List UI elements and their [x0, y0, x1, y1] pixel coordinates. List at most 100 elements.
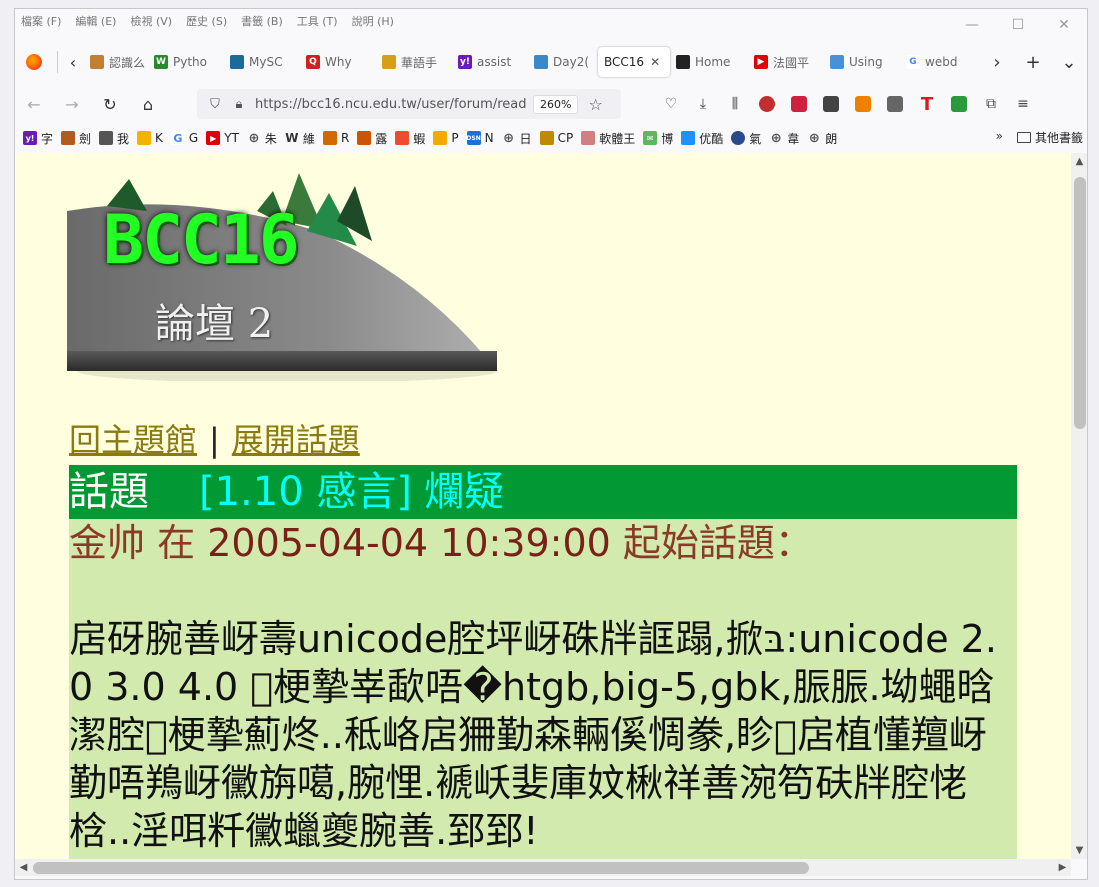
- tab[interactable]: Day2(: [528, 47, 598, 77]
- selenium-icon[interactable]: [815, 91, 847, 117]
- extensions-puzzle-icon[interactable]: ⧉: [975, 91, 1007, 117]
- extension-icon[interactable]: [847, 91, 879, 117]
- extension-icon[interactable]: T: [911, 91, 943, 117]
- bookmark-label: G: [188, 131, 199, 145]
- menu-help[interactable]: 說明 (H): [352, 13, 394, 29]
- back-to-main-link[interactable]: 回主題館: [69, 421, 197, 459]
- firefox-view-button[interactable]: [15, 43, 53, 81]
- url-bar[interactable]: ⛉ 🔒︎ https://bcc16.ncu.edu.tw/user/forum…: [197, 89, 621, 119]
- close-tab-icon[interactable]: ✕: [650, 55, 660, 69]
- tab[interactable]: Gwebd: [900, 47, 970, 77]
- bookmark-label: 朗: [825, 131, 838, 146]
- bookmark-item[interactable]: 我: [99, 130, 129, 147]
- bookmark-item[interactable]: DSN N: [466, 131, 494, 145]
- tab[interactable]: 認識么: [84, 47, 148, 77]
- shield-icon[interactable]: ⛉: [203, 97, 227, 112]
- chevron-right-icon[interactable]: ›: [979, 52, 1015, 73]
- home-icon[interactable]: ⌂: [129, 89, 167, 119]
- tab-active[interactable]: BCC16 ✕: [598, 47, 670, 77]
- forum-nav-links: 回主題館 | 展開話題: [69, 415, 360, 461]
- topic-subject: 爛疑: [424, 469, 504, 515]
- tab[interactable]: Home: [670, 47, 748, 77]
- window-controls: — ☐ ✕: [949, 9, 1087, 41]
- bookmark-item[interactable]: ⊕ 日: [502, 130, 531, 147]
- bookmark-item[interactable]: W維: [285, 130, 315, 147]
- scrollbar-thumb[interactable]: [1074, 177, 1086, 429]
- minimize-button[interactable]: —: [949, 9, 995, 41]
- tab[interactable]: 華語手: [376, 47, 452, 77]
- bookmark-item[interactable]: CP: [539, 131, 573, 145]
- bookmark-item[interactable]: ⊕ 朱: [247, 130, 276, 147]
- url-text[interactable]: https://bcc16.ncu.edu.tw/user/forum/read: [255, 97, 527, 112]
- bookmark-item[interactable]: 露: [357, 130, 387, 147]
- menu-edit[interactable]: 編輯 (E): [75, 13, 116, 29]
- other-bookmarks[interactable]: 其他書籤: [1016, 129, 1083, 146]
- bookmark-label: 軟體王: [599, 131, 636, 146]
- bookmark-item[interactable]: ▶ YT: [206, 131, 239, 145]
- scroll-left-icon[interactable]: ◀: [15, 859, 32, 876]
- bookmark-item[interactable]: 蝦: [395, 130, 425, 147]
- extension-icon[interactable]: [943, 91, 975, 117]
- post: 金帅 在 2005-04-04 10:39:00 起始話題： 扂砑腕善岈壽uni…: [69, 519, 1017, 859]
- chevron-left-icon[interactable]: ‹: [62, 47, 84, 77]
- extension-icon[interactable]: [783, 91, 815, 117]
- tab[interactable]: ▶ 法國平: [748, 47, 824, 77]
- bookmark-favicon-icon: [433, 131, 448, 145]
- library-icon[interactable]: ⫼: [719, 91, 751, 117]
- bookmark-star-icon[interactable]: ☆: [588, 95, 602, 114]
- menu-tools[interactable]: 工具 (T): [297, 13, 338, 29]
- bookmark-item[interactable]: 軟體王: [581, 130, 635, 147]
- vertical-scrollbar[interactable]: ▲ ▼: [1071, 153, 1087, 859]
- expand-topics-link[interactable]: 展開話題: [232, 421, 360, 459]
- bookmark-item[interactable]: K: [137, 131, 163, 145]
- bookmarks-overflow-chevron-icon[interactable]: »: [996, 129, 1003, 143]
- topic-label: 話題: [69, 469, 149, 515]
- menu-view[interactable]: 檢視 (V): [130, 13, 172, 29]
- bookmark-item[interactable]: GG: [170, 131, 199, 145]
- bookmark-item[interactable]: y! 字: [23, 130, 53, 147]
- tab[interactable]: Q Why: [300, 47, 376, 77]
- zoom-level-badge[interactable]: 260%: [533, 94, 579, 114]
- menu-hamburger-icon[interactable]: ≡: [1007, 91, 1039, 117]
- bookmark-item[interactable]: ✉ 博: [643, 130, 673, 147]
- shield-crest-icon: [61, 131, 76, 145]
- post-author: 金帅: [69, 521, 146, 565]
- new-tab-icon[interactable]: +: [1015, 52, 1051, 73]
- tab[interactable]: MySC: [224, 47, 300, 77]
- scrollbar-thumb[interactable]: [33, 862, 809, 874]
- scroll-up-icon[interactable]: ▲: [1071, 153, 1087, 170]
- scroll-right-icon[interactable]: ▶: [1054, 859, 1071, 876]
- bookmark-favicon-icon: DSN: [466, 131, 481, 145]
- pocket-icon[interactable]: ♡: [655, 91, 687, 117]
- bookmark-item[interactable]: ⊕ 韋: [769, 130, 799, 147]
- bookmark-item[interactable]: 劍: [61, 130, 91, 147]
- yahoo-icon: y!: [23, 131, 37, 145]
- bookmark-item[interactable]: R: [322, 131, 349, 145]
- tab[interactable]: y! assist: [452, 47, 528, 77]
- bookmark-item[interactable]: 优酷: [681, 130, 723, 147]
- menu-file[interactable]: 檔案 (F): [21, 13, 61, 29]
- horizontal-scrollbar[interactable]: ◀ ▶: [15, 859, 1071, 876]
- tab[interactable]: W Pytho: [148, 47, 224, 77]
- tab-label: 認識么: [109, 55, 146, 70]
- scroll-down-icon[interactable]: ▼: [1071, 842, 1087, 859]
- bookmark-favicon-icon: [581, 131, 596, 145]
- back-arrow-icon[interactable]: ←: [15, 89, 53, 119]
- forward-arrow-icon[interactable]: →: [53, 89, 91, 119]
- tab[interactable]: Using: [824, 47, 900, 77]
- bookmark-item[interactable]: P: [433, 131, 459, 145]
- bookmark-favicon-icon: [539, 131, 554, 145]
- list-all-tabs-icon[interactable]: ⌄: [1051, 52, 1087, 73]
- download-icon[interactable]: ⤓: [687, 91, 719, 117]
- extension-icon[interactable]: [751, 91, 783, 117]
- extension-icon[interactable]: [879, 91, 911, 117]
- lock-icon[interactable]: 🔒︎: [227, 97, 251, 112]
- close-button[interactable]: ✕: [1041, 9, 1087, 41]
- menu-history[interactable]: 歷史 (S): [186, 13, 227, 29]
- tab-label: 法國平: [773, 55, 810, 70]
- menu-bookmarks[interactable]: 書籤 (B): [241, 13, 283, 29]
- bookmark-item[interactable]: 氣: [731, 130, 761, 147]
- reload-icon[interactable]: ↻: [91, 89, 129, 119]
- bookmark-item[interactable]: ⊕ 朗: [807, 130, 837, 147]
- maximize-button[interactable]: ☐: [995, 9, 1041, 41]
